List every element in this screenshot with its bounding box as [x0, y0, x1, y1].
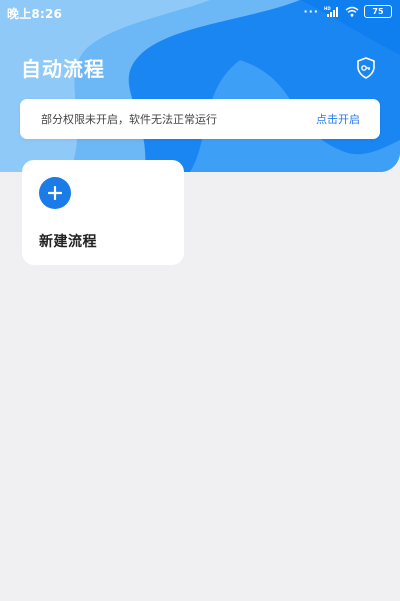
new-flow-label: 新建流程	[39, 234, 97, 250]
signal-icon: HD	[324, 6, 338, 17]
new-flow-card[interactable]: 新建流程	[22, 160, 184, 265]
wifi-icon	[345, 6, 359, 17]
status-icons: ··· HD 75	[303, 5, 392, 18]
enable-permission-link[interactable]: 点击开启	[316, 111, 360, 127]
status-bar: 晚上8:26 ··· HD 75	[0, 0, 400, 26]
signal-hd-label: HD	[324, 6, 331, 11]
app-screen: 晚上8:26 ··· HD 75 自动流程 部分权限未开启，软件无法正常运行 点…	[0, 0, 400, 601]
status-time: 晚上8:26	[7, 7, 63, 21]
permission-notice-text: 部分权限未开启，软件无法正常运行	[41, 113, 217, 126]
more-dots-icon: ···	[303, 4, 319, 18]
shield-key-icon[interactable]	[355, 56, 377, 80]
permission-notice: 部分权限未开启，软件无法正常运行 点击开启	[20, 99, 380, 139]
battery-icon: 75	[364, 5, 392, 18]
page-title: 自动流程	[21, 57, 105, 81]
plus-icon[interactable]	[39, 177, 71, 209]
